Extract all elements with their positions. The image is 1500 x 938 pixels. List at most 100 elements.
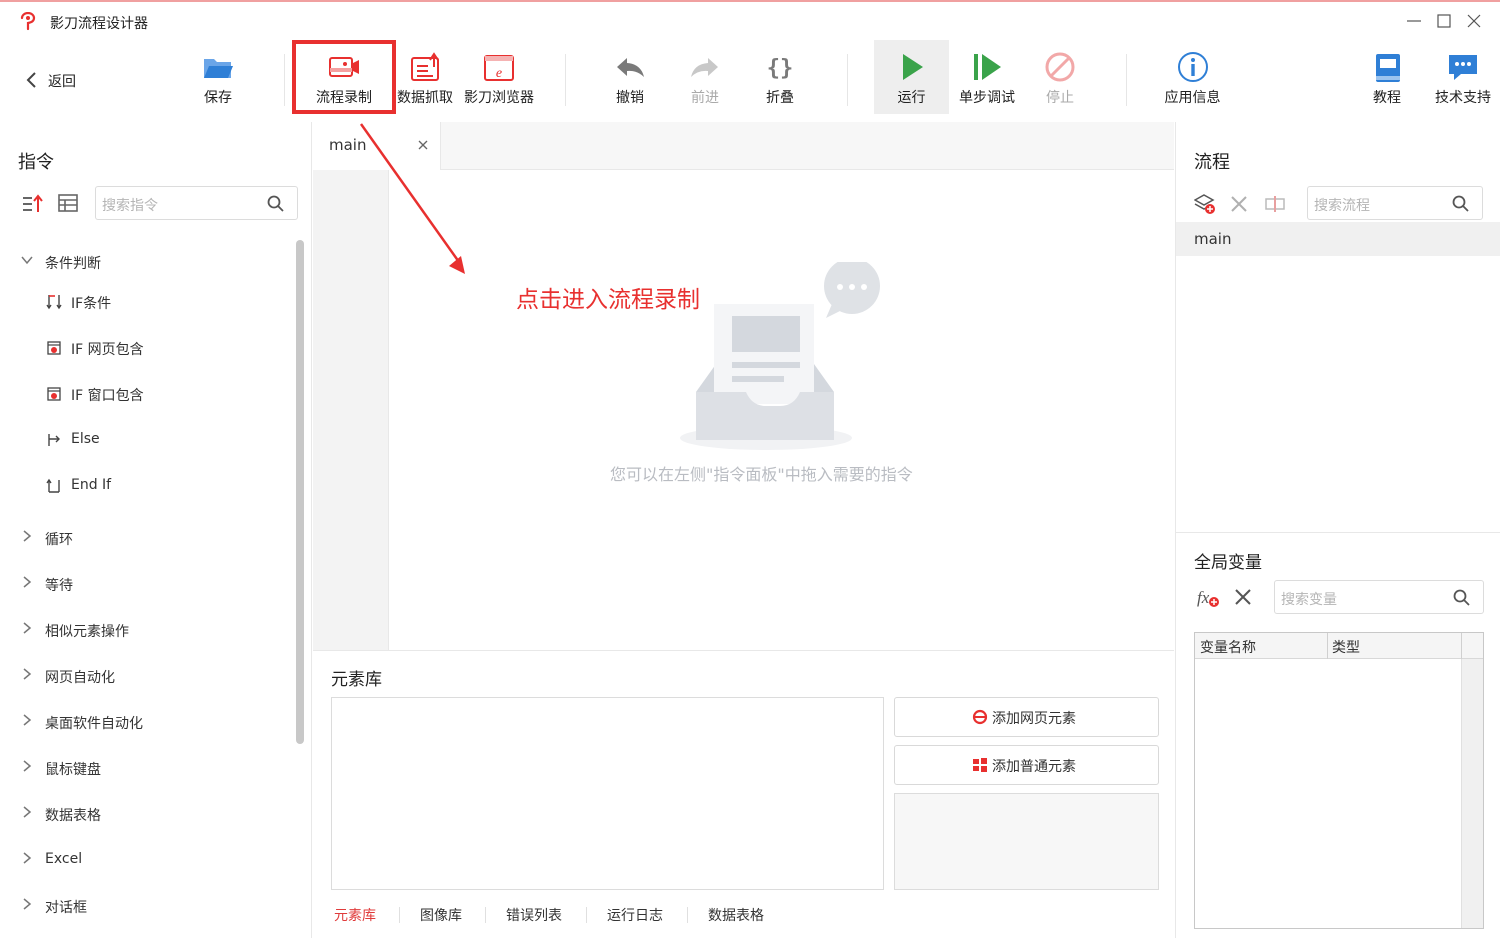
maximize-icon[interactable] [1436,13,1452,29]
bottom-tab-image-library[interactable]: 图像库 [420,905,462,925]
tree-group-desktop-automation[interactable]: 桌面软件自动化 [0,711,290,735]
save-button[interactable]: 保存 [188,40,248,114]
tree-group-label: 桌面软件自动化 [45,716,143,732]
command-search-input[interactable]: 搜索指令 [95,186,298,220]
step-debug-button[interactable]: 单步调试 [952,40,1022,114]
tree-group-similar-elements[interactable]: 相似元素操作 [0,619,290,643]
toolbar-divider [284,54,285,106]
flow-panel-title: 流程 [1194,152,1230,173]
data-scrape-icon [411,52,439,81]
search-icon[interactable] [267,195,285,213]
redo-button[interactable]: 前进 [675,40,735,114]
tree-group-loop[interactable]: 循环 [0,527,290,551]
shadow-browser-button[interactable]: e 影刀浏览器 [458,40,540,114]
tree-group-label: 对话框 [45,900,87,916]
minimize-icon[interactable] [1406,13,1422,29]
tree-group-dialog[interactable]: 对话框 [0,895,290,919]
tree-group-excel[interactable]: Excel [0,849,290,873]
delete-variable-icon[interactable] [1233,587,1253,607]
info-icon [1177,52,1208,82]
run-button[interactable]: 运行 [874,40,949,114]
flow-search-input[interactable]: 搜索流程 [1307,186,1483,220]
chevron-right-icon [23,622,32,634]
browser-icon: e [484,55,514,81]
tech-support-button[interactable]: 技术支持 [1428,40,1498,114]
tutorial-label: 教程 [1373,90,1401,106]
column-divider [1461,633,1462,659]
bottom-tab-run-log[interactable]: 运行日志 [607,905,663,925]
bottom-tab-data-table[interactable]: 数据表格 [708,905,764,925]
chevron-right-icon [23,714,32,726]
table-view-icon[interactable] [58,194,78,212]
element-list[interactable] [331,697,884,890]
tree-item-if-window-contains[interactable]: IF 窗口包含 [0,383,290,407]
tree-group-web-automation[interactable]: 网页自动化 [0,665,290,689]
flow-item-main[interactable]: main [1176,222,1500,256]
tree-item-else[interactable]: Else [0,429,290,453]
element-preview [894,793,1159,890]
close-window-icon[interactable] [1466,13,1482,29]
record-button[interactable]: 流程录制 [292,40,396,114]
tree-item-label: Else [71,431,100,447]
column-header-type[interactable]: 类型 [1332,637,1360,657]
else-branch-icon [48,434,60,446]
delete-flow-icon[interactable] [1229,194,1249,214]
rename-flow-icon[interactable] [1264,194,1286,214]
tree-group-label: 循环 [45,532,73,548]
tree-item-end-if[interactable]: End If [0,475,290,499]
variables-table[interactable]: 变量名称 类型 [1194,632,1484,929]
add-web-element-label: 添加网页元素 [992,711,1076,727]
chevron-right-icon [23,530,32,542]
bottom-tab-error-list[interactable]: 错误列表 [506,905,562,925]
tree-group-data-table[interactable]: 数据表格 [0,803,290,827]
tree-group-label: 相似元素操作 [45,624,129,640]
app-info-button[interactable]: 应用信息 [1155,40,1230,114]
annotation-arrow [359,123,465,274]
tutorial-button[interactable]: 教程 [1362,40,1412,114]
add-variable-fx-icon[interactable]: fx [1196,586,1220,608]
shadow-browser-label: 影刀浏览器 [464,90,534,106]
svg-text:{}: {} [767,56,794,81]
add-web-element-button[interactable]: 添加网页元素 [894,697,1159,737]
undo-button[interactable]: 撤销 [600,40,660,114]
tab-divider [586,907,587,923]
tree-group-condition[interactable]: 条件判断 [0,251,290,275]
chevron-right-icon [23,898,32,910]
column-header-name[interactable]: 变量名称 [1200,637,1256,657]
tree-group-mouse-keyboard[interactable]: 鼠标键盘 [0,757,290,781]
tree-group-wait[interactable]: 等待 [0,573,290,597]
search-icon[interactable] [1452,195,1470,213]
tree-group-label: 网页自动化 [45,670,115,686]
variable-search-placeholder: 搜索变量 [1281,592,1337,608]
chevron-right-icon [23,852,32,864]
tab-divider [485,907,486,923]
end-if-icon [46,478,60,493]
app-info-label: 应用信息 [1164,90,1221,106]
add-normal-element-button[interactable]: 添加普通元素 [894,745,1159,785]
command-panel-scrollbar[interactable] [296,240,304,744]
sort-icon[interactable] [22,194,44,214]
search-icon[interactable] [1453,589,1471,607]
variable-search-input[interactable]: 搜索变量 [1274,580,1484,614]
data-scrape-button[interactable]: 数据抓取 [394,40,456,114]
command-search-placeholder: 搜索指令 [102,198,158,214]
svg-text:e: e [496,66,502,81]
back-button[interactable]: 返回 [18,40,88,114]
tree-item-if-webpage-contains[interactable]: IF 网页包含 [0,337,290,361]
bottom-tab-element-library[interactable]: 元素库 [334,905,376,925]
toolbar-divider [565,54,566,106]
play-icon [902,54,923,80]
tree-group-label: 等待 [45,578,73,594]
if-webpage-icon [47,341,61,355]
fold-button[interactable]: {} 折叠 [750,40,810,114]
add-flow-icon[interactable] [1194,193,1216,215]
tree-group-label: 鼠标键盘 [45,762,101,778]
tree-item-if-condition[interactable]: IF条件 [0,291,290,315]
variables-table-header: 变量名称 类型 [1195,633,1483,659]
stop-button[interactable]: 停止 [1030,40,1090,114]
step-debug-label: 单步调试 [959,90,1015,106]
tree-item-label: IF条件 [71,296,112,312]
variables-table-scrollbar[interactable] [1461,659,1483,928]
if-branch-icon [46,295,62,310]
flow-item-label: main [1194,230,1232,248]
